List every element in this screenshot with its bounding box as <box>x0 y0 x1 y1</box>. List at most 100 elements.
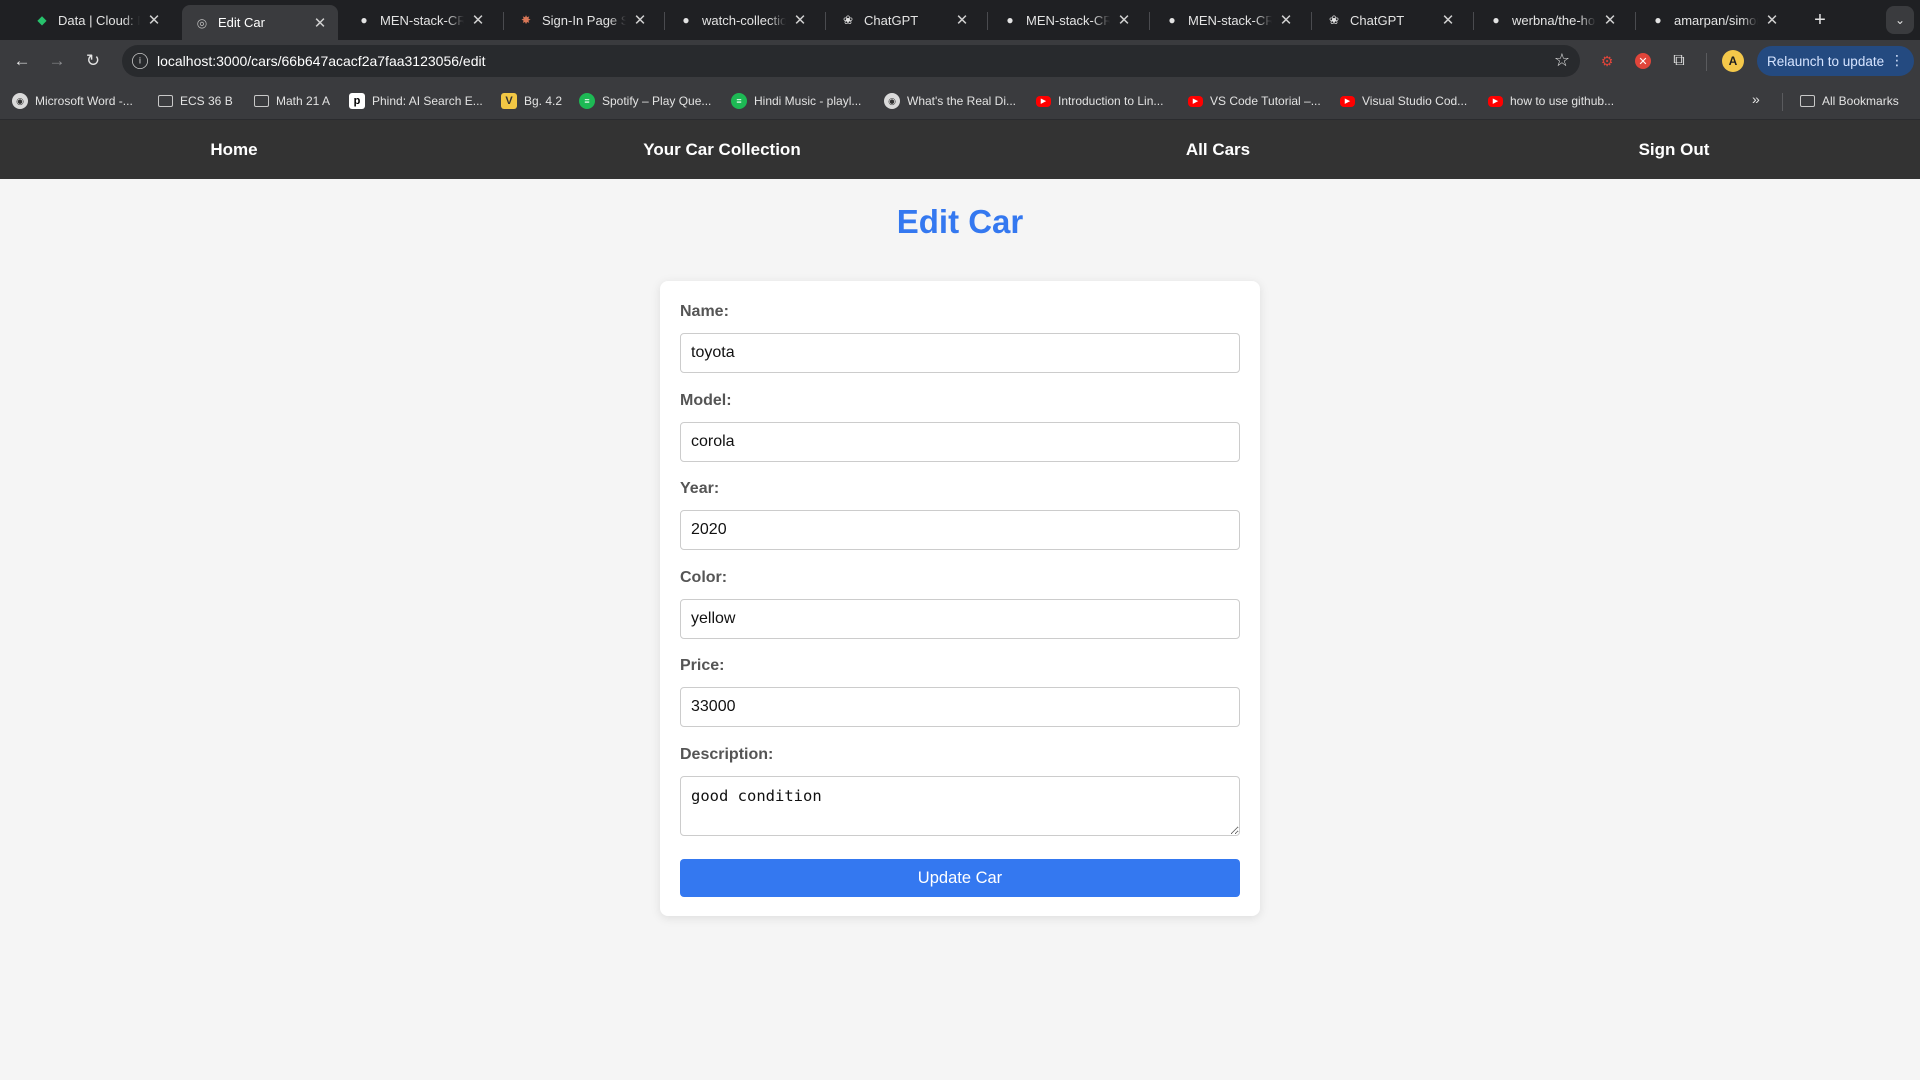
close-tab-icon[interactable]: ✕ <box>1278 12 1294 29</box>
more-bookmarks-chevron-icon[interactable]: » <box>1752 91 1760 107</box>
year-label: Year: <box>680 480 720 497</box>
browser-tab[interactable]: ● werbna/the-hom ✕ <box>1476 6 1628 34</box>
all-bookmarks-folder[interactable]: All Bookmarks <box>1800 92 1899 110</box>
bookmark-item[interactable]: ◉ What's the Real Di... <box>884 92 1016 110</box>
bookmark-item[interactable]: ▶ Introduction to Lin... <box>1036 92 1163 110</box>
youtube-icon: ▶ <box>1488 95 1503 107</box>
edit-car-form: Name: Model: Year: Color: Price: Descrip… <box>660 281 1260 916</box>
address-bar[interactable]: i localhost:3000/cars/66b647acacf2a7faa3… <box>122 45 1580 77</box>
browser-tab[interactable]: ● watch-collection ✕ <box>666 6 818 34</box>
browser-tab[interactable]: ● MEN-stack-CRU ✕ <box>1152 6 1304 34</box>
bookmark-folder[interactable]: ECS 36 B <box>158 92 233 110</box>
tab-title: watch-collection <box>702 12 786 28</box>
browser-tab[interactable]: ● amarpan/simon ✕ <box>1638 6 1790 34</box>
tab-title: werbna/the-hom <box>1512 12 1596 28</box>
back-button[interactable]: ← <box>10 49 34 73</box>
browser-tab-active[interactable]: ◎ Edit Car ✕ <box>182 5 338 40</box>
bookmark-item[interactable]: p Phind: AI Search E... <box>349 92 483 110</box>
forward-button[interactable]: → <box>45 49 69 73</box>
extension-recorder-icon[interactable]: ⚙ <box>1596 50 1618 72</box>
extension-blocker-icon[interactable]: ✕ <box>1632 50 1654 72</box>
claude-icon: ✸ <box>520 13 532 27</box>
folder-icon <box>158 95 173 107</box>
bookmark-item[interactable]: ◉ Microsoft Word -... <box>12 92 133 110</box>
year-input[interactable] <box>680 510 1240 550</box>
close-tab-icon[interactable]: ✕ <box>792 12 808 29</box>
bookmark-item[interactable]: ▶ VS Code Tutorial –... <box>1188 92 1321 110</box>
browser-tab[interactable]: ● MEN-stack-CRU ✕ <box>990 6 1142 34</box>
color-input[interactable] <box>680 599 1240 639</box>
bookmark-star-icon[interactable]: ☆ <box>1554 50 1570 71</box>
price-input[interactable] <box>680 687 1240 727</box>
tab-title: Edit Car <box>218 15 265 30</box>
address-url[interactable]: localhost:3000/cars/66b647acacf2a7faa312… <box>157 53 485 69</box>
browser-tab[interactable]: ❀ ChatGPT ✕ <box>1314 6 1466 34</box>
more-options-icon: ⋮ <box>1890 52 1904 68</box>
nav-sign-out-link[interactable]: Sign Out <box>1639 120 1710 179</box>
tab-title: MEN-stack-CRU <box>1188 12 1272 28</box>
bookmark-label: Visual Studio Cod... <box>1362 94 1468 108</box>
bookmark-item[interactable]: ≡ Spotify – Play Que... <box>579 92 711 110</box>
extensions-puzzle-icon[interactable]: ⧉ <box>1668 50 1690 72</box>
tab-title: amarpan/simon <box>1674 12 1758 28</box>
tab-title: Data | Cloud: Mo <box>58 12 140 28</box>
nav-home-link[interactable]: Home <box>210 120 257 179</box>
browser-tab[interactable]: ✸ Sign-In Page St ✕ <box>506 6 658 34</box>
close-tab-icon[interactable]: ✕ <box>146 12 162 29</box>
tab-title: ChatGPT <box>864 12 919 28</box>
phind-icon: p <box>349 93 365 109</box>
model-input[interactable] <box>680 422 1240 462</box>
spotify-icon: ≡ <box>731 93 747 109</box>
relaunch-to-update-button[interactable]: Relaunch to update ⋮ <box>1757 46 1914 76</box>
tab-separator <box>1635 12 1636 30</box>
web-icon: ◉ <box>884 93 900 109</box>
close-tab-icon[interactable]: ✕ <box>632 12 648 29</box>
github-icon: ● <box>1654 13 1662 27</box>
chatgpt-icon: ❀ <box>842 13 854 27</box>
nav-all-cars-link[interactable]: All Cars <box>1186 120 1250 179</box>
reload-button[interactable]: ↻ <box>81 49 105 73</box>
new-tab-button[interactable]: + <box>1808 8 1832 32</box>
site-info-icon[interactable]: i <box>132 53 148 69</box>
close-tab-icon[interactable]: ✕ <box>470 12 486 29</box>
bookmark-folder[interactable]: Math 21 A <box>254 92 330 110</box>
tab-search-button[interactable]: ⌄ <box>1886 6 1914 34</box>
name-label: Name: <box>680 303 729 320</box>
vedabase-icon: V <box>501 93 517 109</box>
github-icon: ● <box>360 13 368 27</box>
name-input[interactable] <box>680 333 1240 373</box>
browser-tab[interactable]: ◆ Data | Cloud: Mo ✕ <box>22 6 172 34</box>
close-tab-icon[interactable]: ✕ <box>1602 12 1618 29</box>
github-icon: ● <box>682 13 690 27</box>
bookmark-item[interactable]: ▶ how to use github... <box>1488 92 1614 110</box>
close-tab-icon[interactable]: ✕ <box>312 15 328 32</box>
github-icon: ● <box>1168 13 1176 27</box>
close-tab-icon[interactable]: ✕ <box>1116 12 1132 29</box>
browser-tab[interactable]: ❀ ChatGPT ✕ <box>828 6 980 34</box>
close-tab-icon[interactable]: ✕ <box>954 12 970 29</box>
tab-separator <box>987 12 988 30</box>
bookmark-item[interactable]: ≡ Hindi Music - playl... <box>731 92 861 110</box>
browser-tab[interactable]: ● MEN-stack-CRU ✕ <box>344 6 496 34</box>
youtube-icon: ▶ <box>1188 95 1203 107</box>
tab-separator <box>825 12 826 30</box>
description-textarea[interactable]: good condition <box>680 776 1240 836</box>
bookmarks-separator <box>1782 93 1783 111</box>
chevron-down-icon: ⌄ <box>1894 13 1906 27</box>
bookmark-label: Phind: AI Search E... <box>372 94 483 108</box>
description-label: Description: <box>680 746 774 763</box>
tab-separator <box>1473 12 1474 30</box>
mongodb-icon: ◆ <box>37 13 47 27</box>
model-label: Model: <box>680 392 732 409</box>
bookmark-item[interactable]: ▶ Visual Studio Cod... <box>1340 92 1467 110</box>
bookmark-item[interactable]: V Bg. 4.2 <box>501 92 562 110</box>
update-car-button[interactable]: Update Car <box>680 859 1240 897</box>
close-tab-icon[interactable]: ✕ <box>1764 12 1780 29</box>
profile-avatar[interactable]: A <box>1722 50 1744 72</box>
nav-car-collection-link[interactable]: Your Car Collection <box>643 120 800 179</box>
all-bookmarks-label: All Bookmarks <box>1822 94 1899 108</box>
relaunch-label: Relaunch to update <box>1767 53 1885 69</box>
tab-title: ChatGPT <box>1350 12 1405 28</box>
spotify-icon: ≡ <box>579 93 595 109</box>
close-tab-icon[interactable]: ✕ <box>1440 12 1456 29</box>
